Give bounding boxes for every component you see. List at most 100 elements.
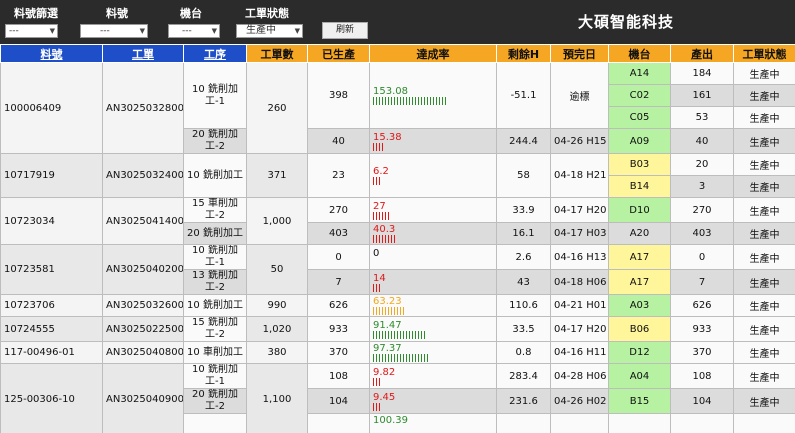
table-row[interactable]: 10724555 AN30250225001 15 銑削加工-2 1,020 933 91… xyxy=(0,316,795,342)
cell-machine[interactable]: B03 xyxy=(608,153,671,176)
table-row[interactable]: 10717919 AN30250324001 10 銑削加工 371 23 6.2 58 04… xyxy=(0,153,795,198)
rate-bar-tick xyxy=(373,211,374,220)
rate-bar-tick xyxy=(421,97,422,105)
cell-remaining-hours: 43 xyxy=(496,269,551,295)
cell-machine[interactable]: C05 xyxy=(608,106,671,129)
cell-output: 403 xyxy=(670,222,734,245)
rate-bar xyxy=(373,402,493,411)
machine-select[interactable]: --- ▼ xyxy=(168,24,220,38)
col-header-order-qty: 工單數 xyxy=(246,44,308,63)
cell-order-status: 生產中 xyxy=(733,62,795,85)
rate-bar-tick xyxy=(391,235,392,243)
cell-order-status: 生產中 xyxy=(733,106,795,129)
cell-remaining-hours: 33.9 xyxy=(496,197,551,223)
cell-machine[interactable]: D10 xyxy=(608,197,671,223)
col-header-part[interactable]: 料號 xyxy=(0,44,103,63)
cell-machine[interactable]: B14 xyxy=(608,175,671,198)
rate-bar-tick xyxy=(442,97,443,105)
cell-machine[interactable]: A04 xyxy=(608,363,671,389)
cell-part: 10723706 xyxy=(0,294,103,317)
rate-bar-tick xyxy=(379,142,380,151)
cell-process: 15 銑削加工-2 xyxy=(183,316,247,342)
cell-machine[interactable]: A17 xyxy=(608,269,671,295)
rate-bar xyxy=(373,354,493,362)
table-row[interactable]: 10723581 AN30250402002 10 銑削加工-1 50 0 0 2.6 04-… xyxy=(0,244,795,295)
part-select[interactable]: --- ▼ xyxy=(80,24,148,38)
cell-achievement-rate: 153.08 xyxy=(369,62,497,129)
cell-produced: 370 xyxy=(307,341,370,364)
cell-remaining-hours: 58 xyxy=(496,153,551,198)
rate-bar-tick xyxy=(427,354,428,362)
table-row[interactable]: 117-00496-01 AN30250408002 10 車削加工 380 370 97… xyxy=(0,341,795,364)
cell-due-date: 04-17 H03 xyxy=(550,222,609,245)
cell-order-status: 生產中 xyxy=(733,316,795,342)
rate-value: 27 xyxy=(373,200,386,212)
rate-bar-tick xyxy=(403,354,404,362)
table-row[interactable]: 10723706 AN30250326002 10 銑削加工 990 626 63.23 1… xyxy=(0,294,795,317)
cell-machine[interactable]: A17 xyxy=(608,244,671,270)
rate-bar-tick xyxy=(382,330,383,339)
status-select[interactable]: 生產中 ▼ xyxy=(236,24,303,38)
rate-bar-tick xyxy=(379,307,380,315)
col-header-work-order[interactable]: 工單 xyxy=(102,44,184,63)
rate-bar-tick xyxy=(406,330,407,339)
cell-machine[interactable] xyxy=(608,413,671,433)
rate-bar-tick xyxy=(418,354,419,362)
cell-order-status: 生產中 xyxy=(733,222,795,245)
rate-bar-tick xyxy=(436,97,437,105)
rate-bar-tick xyxy=(385,97,386,105)
refresh-button[interactable]: 刷新 xyxy=(322,22,368,39)
table-row[interactable]: 10723034 AN30250414004 15 車削加工-2 1,000 270 27… xyxy=(0,197,795,245)
rate-bar xyxy=(373,259,493,267)
cell-machine[interactable]: D12 xyxy=(608,341,671,364)
rate-bar-tick xyxy=(394,330,395,339)
cell-order-qty: 371 xyxy=(246,153,308,198)
rate-bar-tick xyxy=(412,330,413,339)
cell-machine[interactable]: B06 xyxy=(608,316,671,342)
cell-part: 125-00306-10 xyxy=(0,363,103,433)
table-header: 料號 工單 工序 工單數 已生產 達成率 剩餘H 預完日 機台 產出 工單狀態 xyxy=(0,44,795,63)
rate-bar-tick xyxy=(445,97,446,105)
col-header-produced: 已生產 xyxy=(307,44,370,63)
cell-machine[interactable]: A20 xyxy=(608,222,671,245)
cell-machine[interactable]: A14 xyxy=(608,62,671,85)
cell-achievement-rate: 0 xyxy=(369,244,497,270)
cell-order-status xyxy=(733,413,795,433)
part-filter-select[interactable]: --- ▼ xyxy=(5,24,58,38)
cell-output: 161 xyxy=(670,84,734,107)
rate-bar-tick xyxy=(403,307,404,315)
cell-produced: 270 xyxy=(307,197,370,223)
rate-bar-tick xyxy=(373,330,374,339)
rate-bar-tick xyxy=(379,402,380,411)
rate-bar-tick xyxy=(382,211,383,220)
cell-produced: 933 xyxy=(307,316,370,342)
col-header-process[interactable]: 工序 xyxy=(183,44,247,63)
table-row[interactable]: 125-00306-10 AN30250409004 10 銑削加工-1 1,100 1… xyxy=(0,363,795,433)
cell-produced: 40 xyxy=(307,128,370,154)
rate-value: 6.2 xyxy=(373,166,389,177)
cell-due-date: 04-26 H02 xyxy=(550,388,609,414)
rate-bar-tick xyxy=(385,354,386,362)
machine-label: 機台 xyxy=(180,7,202,20)
cell-produced: 398 xyxy=(307,62,370,129)
cell-machine[interactable]: C02 xyxy=(608,84,671,107)
cell-order-status: 生產中 xyxy=(733,175,795,198)
rate-bar-tick xyxy=(391,354,392,362)
cell-achievement-rate: 100.39 xyxy=(369,413,497,433)
cell-machine[interactable]: A03 xyxy=(608,294,671,317)
cell-machine[interactable]: B15 xyxy=(608,388,671,414)
rate-bar-tick xyxy=(415,97,416,105)
rate-bar-tick xyxy=(379,211,380,220)
rate-bar-tick xyxy=(400,354,401,362)
rate-value: 63.23 xyxy=(373,296,402,307)
rate-value: 91.47 xyxy=(373,319,402,331)
cell-order-status: 生產中 xyxy=(733,197,795,223)
table-row[interactable]: 100006409 AN30250328008 10 銑削加工-1 260 398 153… xyxy=(0,62,795,154)
filter-bar: 料號篩選 --- ▼ 料號 --- ▼ 機台 --- ▼ 工單狀態 生產中 ▼ 刷新 大… xyxy=(0,0,795,44)
cell-output: 270 xyxy=(670,197,734,223)
cell-machine[interactable]: A09 xyxy=(608,128,671,154)
cell-output: 20 xyxy=(670,153,734,176)
rate-bar xyxy=(373,235,493,243)
cell-output: 108 xyxy=(670,363,734,389)
rate-bar xyxy=(373,142,493,151)
